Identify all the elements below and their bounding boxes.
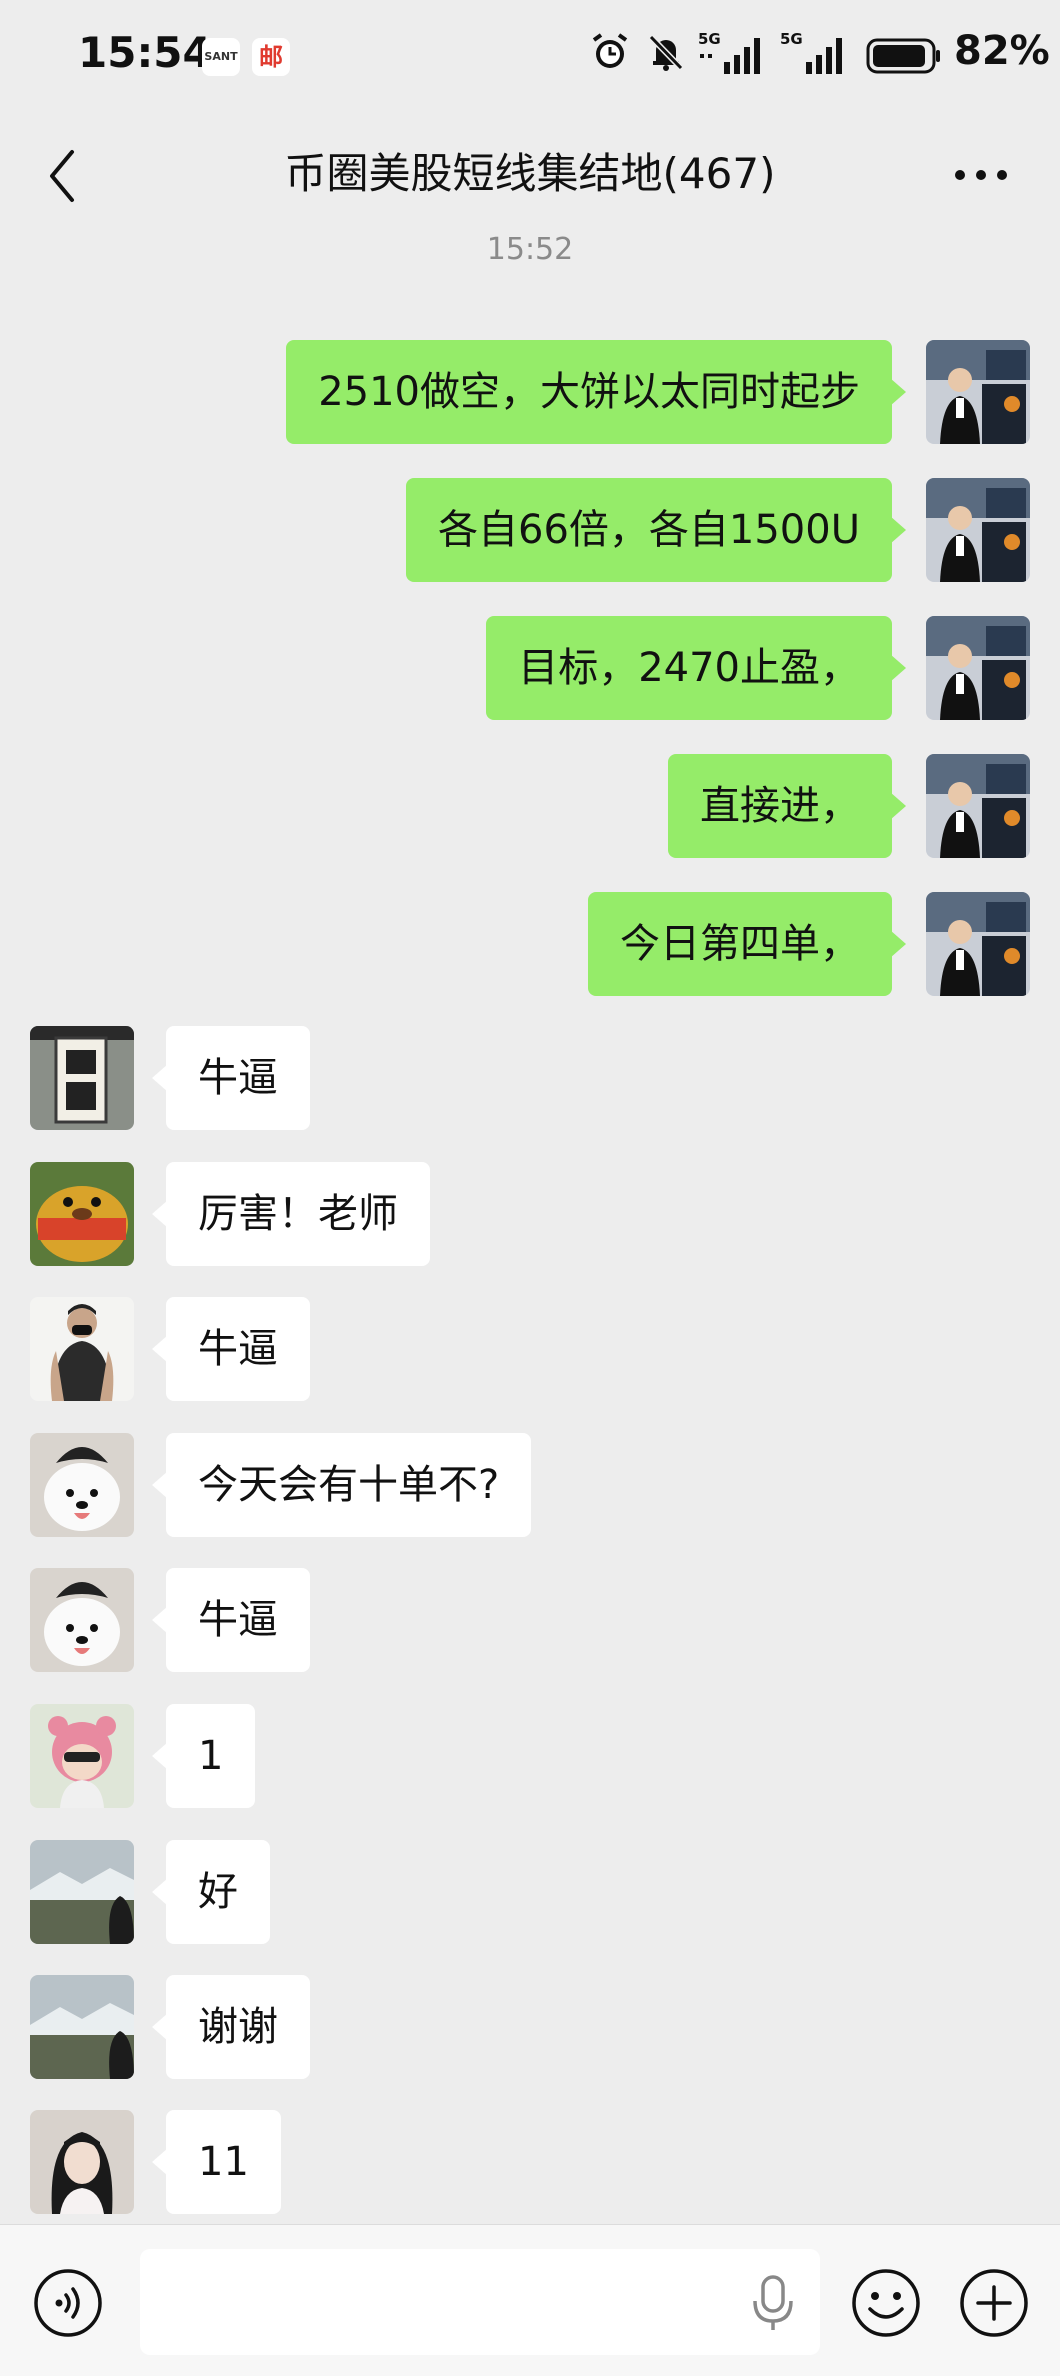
message-bubble[interactable]: 1 <box>151 1704 256 1808</box>
message-bubble[interactable]: 牛逼 <box>152 1568 310 1672</box>
message-row: 谢谢 <box>0 1975 1060 2085</box>
message-bubble[interactable]: 今日第四单， <box>588 892 906 996</box>
message-bubble[interactable]: 今天会有十单不? <box>151 1433 532 1537</box>
message-row: 1 <box>0 1704 1060 1814</box>
message-row: 好 <box>0 1840 1060 1950</box>
trader-avatar[interactable] <box>926 616 1030 720</box>
message-bubble[interactable]: 11 <box>152 2110 281 2214</box>
cellular-signal-icon: 5G <box>698 30 760 74</box>
message-input[interactable] <box>140 2249 820 2355</box>
message-row: 厉害！老师 <box>0 1162 1060 1272</box>
message-row: 直接进， <box>0 754 1060 864</box>
trader-avatar[interactable] <box>926 754 1030 858</box>
masked-man-avatar[interactable] <box>30 1297 134 1401</box>
girl-avatar[interactable] <box>30 2110 134 2214</box>
pink-hat-avatar[interactable] <box>30 1704 134 1808</box>
message-row: 牛逼 <box>0 1026 1060 1136</box>
message-row: 2510做空，大饼以太同时起步 <box>0 340 1060 450</box>
message-input-bar <box>0 2224 1060 2376</box>
battery-percentage: 82% <box>954 28 1050 74</box>
chat-title: 币圈美股短线集结地(467) <box>284 149 776 198</box>
message-row: 牛逼 <box>0 1568 1060 1678</box>
status-time: 15:54 <box>78 28 212 77</box>
battery-icon <box>866 38 940 74</box>
samoyed-avatar[interactable] <box>30 1568 134 1672</box>
network-type-label: 5G <box>698 30 721 48</box>
mail-app-badge: 邮 <box>252 38 290 76</box>
alarm-icon <box>592 33 628 68</box>
emoji-icon[interactable] <box>850 2267 922 2339</box>
landscape-avatar[interactable] <box>30 1840 134 1944</box>
plus-icon[interactable] <box>958 2267 1030 2339</box>
message-bubble[interactable]: 牛逼 <box>152 1026 310 1130</box>
message-timestamp: 15:52 <box>486 232 574 267</box>
sant-app-badge: SANT <box>202 38 240 76</box>
message-bubble[interactable]: 2510做空，大饼以太同时起步 <box>286 340 906 444</box>
message-row: 目标，2470止盈， <box>0 616 1060 726</box>
landscape-avatar[interactable] <box>30 1975 134 2079</box>
message-bubble[interactable]: 厉害！老师 <box>152 1162 430 1266</box>
samoyed-avatar[interactable] <box>30 1433 134 1537</box>
message-row: 今天会有十单不? <box>0 1433 1060 1543</box>
cellular-signal-icon: 5G <box>780 30 842 74</box>
message-row: 今日第四单， <box>0 892 1060 1002</box>
message-bubble[interactable]: 牛逼 <box>152 1297 310 1401</box>
message-row: 11 <box>0 2110 1060 2220</box>
more-options-icon[interactable] <box>950 144 1012 206</box>
microphone-icon[interactable] <box>748 2273 798 2333</box>
cartoon-bear-avatar[interactable] <box>30 1162 134 1266</box>
trader-avatar[interactable] <box>926 478 1030 582</box>
message-row: 各自66倍，各自1500U <box>0 478 1060 588</box>
message-row: 牛逼 <box>0 1297 1060 1407</box>
message-bubble[interactable]: 直接进， <box>668 754 906 858</box>
message-bubble[interactable]: 谢谢 <box>152 1975 310 2079</box>
status-bar: 15:54 SANT 邮 5G 5G 82% <box>0 0 1060 116</box>
trader-avatar[interactable] <box>926 340 1030 444</box>
message-bubble[interactable]: 各自66倍，各自1500U <box>406 478 906 582</box>
message-bubble[interactable]: 好 <box>152 1840 270 1944</box>
message-bubble[interactable]: 目标，2470止盈， <box>486 616 906 720</box>
network-type-label: 5G <box>780 30 803 48</box>
voice-icon[interactable] <box>32 2267 104 2339</box>
trader-avatar[interactable] <box>926 892 1030 996</box>
notifications-off-icon <box>648 34 684 71</box>
chat-header: 币圈美股短线集结地(467) <box>0 116 1060 236</box>
caishen-sign-avatar[interactable] <box>30 1026 134 1130</box>
